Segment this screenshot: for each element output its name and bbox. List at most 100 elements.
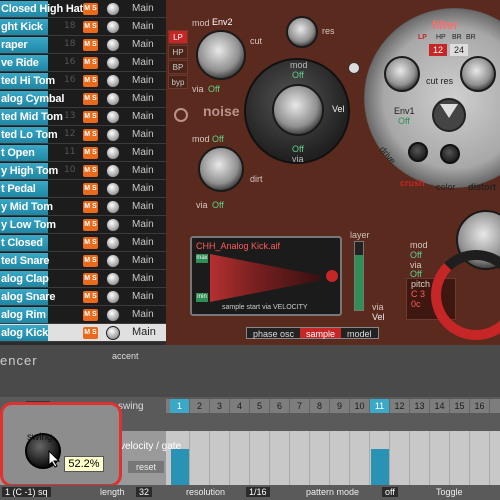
step-column[interactable]	[230, 431, 250, 490]
length-field[interactable]: 32	[136, 487, 153, 497]
dirt-mod-off[interactable]: Off	[212, 134, 224, 144]
instrument-row[interactable]: ted Mid Tom 13 M S Main	[0, 108, 166, 126]
mute-solo-button[interactable]: M S	[83, 75, 98, 87]
instrument-name[interactable]: raper	[0, 37, 48, 53]
mute-solo-button[interactable]: M S	[83, 201, 98, 213]
filter-type-br1[interactable]: BR	[452, 34, 462, 41]
crush-label[interactable]: crush	[400, 178, 425, 188]
filter-env1-off[interactable]: Off	[398, 116, 410, 126]
instrument-row[interactable]: t Closed M S Main	[0, 234, 166, 252]
mute-solo-button[interactable]: M S	[83, 129, 98, 141]
step-column[interactable]	[410, 431, 430, 490]
mute-solo-button[interactable]: M S	[83, 309, 98, 321]
step-number[interactable]: 2	[190, 399, 210, 413]
instrument-name[interactable]: y Mid Tom	[0, 199, 53, 215]
instrument-name[interactable]: ted Snare	[0, 253, 50, 269]
output-select[interactable]: Main	[132, 201, 154, 212]
mute-solo-button[interactable]: M S	[83, 39, 98, 51]
step-number[interactable]: 4	[230, 399, 250, 413]
step-column[interactable]	[210, 431, 230, 490]
step-column[interactable]	[310, 431, 330, 490]
mute-solo-button[interactable]: M S	[83, 93, 98, 105]
volume-knob[interactable]	[106, 200, 120, 214]
cut-knob[interactable]	[196, 30, 246, 80]
output-select[interactable]: Main	[132, 273, 154, 284]
filter-env1-label[interactable]: Env1	[394, 106, 415, 116]
sample-min-marker[interactable]: min	[196, 293, 208, 302]
instrument-name[interactable]: ted Hi Tom	[0, 73, 55, 89]
mute-solo-button[interactable]: M S	[83, 219, 98, 231]
step-column[interactable]	[170, 431, 190, 490]
sample-filename[interactable]: CHH_Analog Kick.aif	[196, 241, 280, 251]
instrument-row[interactable]: Closed High Hat M S Main	[0, 0, 166, 18]
drive-knob[interactable]	[408, 142, 428, 162]
resolution-field[interactable]: 1/16	[246, 487, 270, 497]
instrument-row[interactable]: alog Cymbal M S Main	[0, 90, 166, 108]
mute-solo-button[interactable]: M S	[83, 147, 98, 159]
output-select[interactable]: Main	[132, 21, 154, 32]
tab-sample[interactable]: sample	[300, 328, 342, 339]
instrument-row[interactable]: y High Tom 10 M S Main	[0, 162, 166, 180]
color-knob[interactable]	[440, 144, 460, 164]
step-number[interactable]: 9	[330, 399, 350, 413]
volume-knob[interactable]	[106, 218, 120, 232]
instrument-row[interactable]: ted Snare M S Main	[0, 252, 166, 270]
instrument-row[interactable]: ted Lo Tom 12 M S Main	[0, 126, 166, 144]
step-number[interactable]: 15	[450, 399, 470, 413]
step-number[interactable]: 13	[410, 399, 430, 413]
instrument-row[interactable]: y Low Tom M S Main	[0, 216, 166, 234]
pattern-select[interactable]: 1 (C -1) sq	[2, 487, 51, 497]
mute-solo-button[interactable]: M S	[83, 3, 98, 15]
instrument-name[interactable]: ted Mid Tom	[0, 109, 63, 125]
instrument-name[interactable]: alog Kick	[0, 325, 48, 341]
step-column[interactable]	[450, 431, 470, 490]
instrument-name[interactable]: y High Tom	[0, 163, 58, 179]
toggle-button[interactable]: Toggle	[436, 487, 463, 497]
volume-knob[interactable]	[106, 74, 120, 88]
res-knob[interactable]	[286, 16, 318, 48]
instrument-name[interactable]: Closed High Hat	[0, 1, 83, 17]
instrument-row[interactable]: alog Snare M S Main	[0, 288, 166, 306]
instrument-name[interactable]: alog Cymbal	[0, 91, 64, 107]
output-select[interactable]: Main	[132, 57, 154, 68]
filter-mode-byp[interactable]: byp	[168, 75, 188, 89]
output-select[interactable]: Main	[132, 165, 154, 176]
output-select[interactable]: Main	[132, 237, 154, 248]
filter-mode-bp[interactable]: BP	[168, 60, 188, 74]
velocity-bar[interactable]	[371, 449, 389, 490]
volume-knob[interactable]	[106, 110, 120, 124]
noise-info-icon[interactable]	[348, 62, 360, 74]
mute-solo-button[interactable]: M S	[83, 255, 98, 267]
mute-solo-button[interactable]: M S	[83, 165, 98, 177]
mute-solo-button[interactable]: M S	[83, 273, 98, 285]
cut-via-off[interactable]: Off	[208, 84, 220, 94]
output-select[interactable]: Main	[132, 219, 154, 230]
filter-slope-24[interactable]: 24	[450, 44, 468, 56]
filter-cut-knob[interactable]	[384, 56, 420, 92]
instrument-row[interactable]: raper 18 M S Main	[0, 36, 166, 54]
mute-solo-button[interactable]: M S	[83, 111, 98, 123]
step-number[interactable]: 6	[270, 399, 290, 413]
noise-inner-knob[interactable]	[272, 84, 324, 136]
volume-knob[interactable]	[106, 236, 120, 250]
step-column[interactable]	[190, 431, 210, 490]
instrument-row[interactable]: ted Hi Tom 16 M S Main	[0, 72, 166, 90]
step-column[interactable]	[270, 431, 290, 490]
instrument-name[interactable]: t Pedal	[0, 181, 48, 197]
volume-knob[interactable]	[106, 38, 120, 52]
step-number[interactable]: 5	[250, 399, 270, 413]
filter-mode-hp[interactable]: HP	[168, 45, 188, 59]
volume-knob[interactable]	[106, 128, 120, 142]
instrument-name[interactable]: ve Ride	[0, 55, 48, 71]
instrument-row[interactable]: t Open 11 M S Main	[0, 144, 166, 162]
instrument-name[interactable]: alog Clap	[0, 271, 49, 287]
step-column[interactable]	[350, 431, 370, 490]
step-number[interactable]: 7	[290, 399, 310, 413]
step-number[interactable]: 1	[170, 399, 190, 413]
filter-slope-12[interactable]: 12	[429, 44, 447, 56]
mute-solo-button[interactable]: M S	[83, 57, 98, 69]
velocity-gate-grid[interactable]	[166, 431, 500, 490]
mute-solo-button[interactable]: M S	[83, 327, 98, 339]
step-number[interactable]: 14	[430, 399, 450, 413]
instrument-row[interactable]: t Pedal M S Main	[0, 180, 166, 198]
